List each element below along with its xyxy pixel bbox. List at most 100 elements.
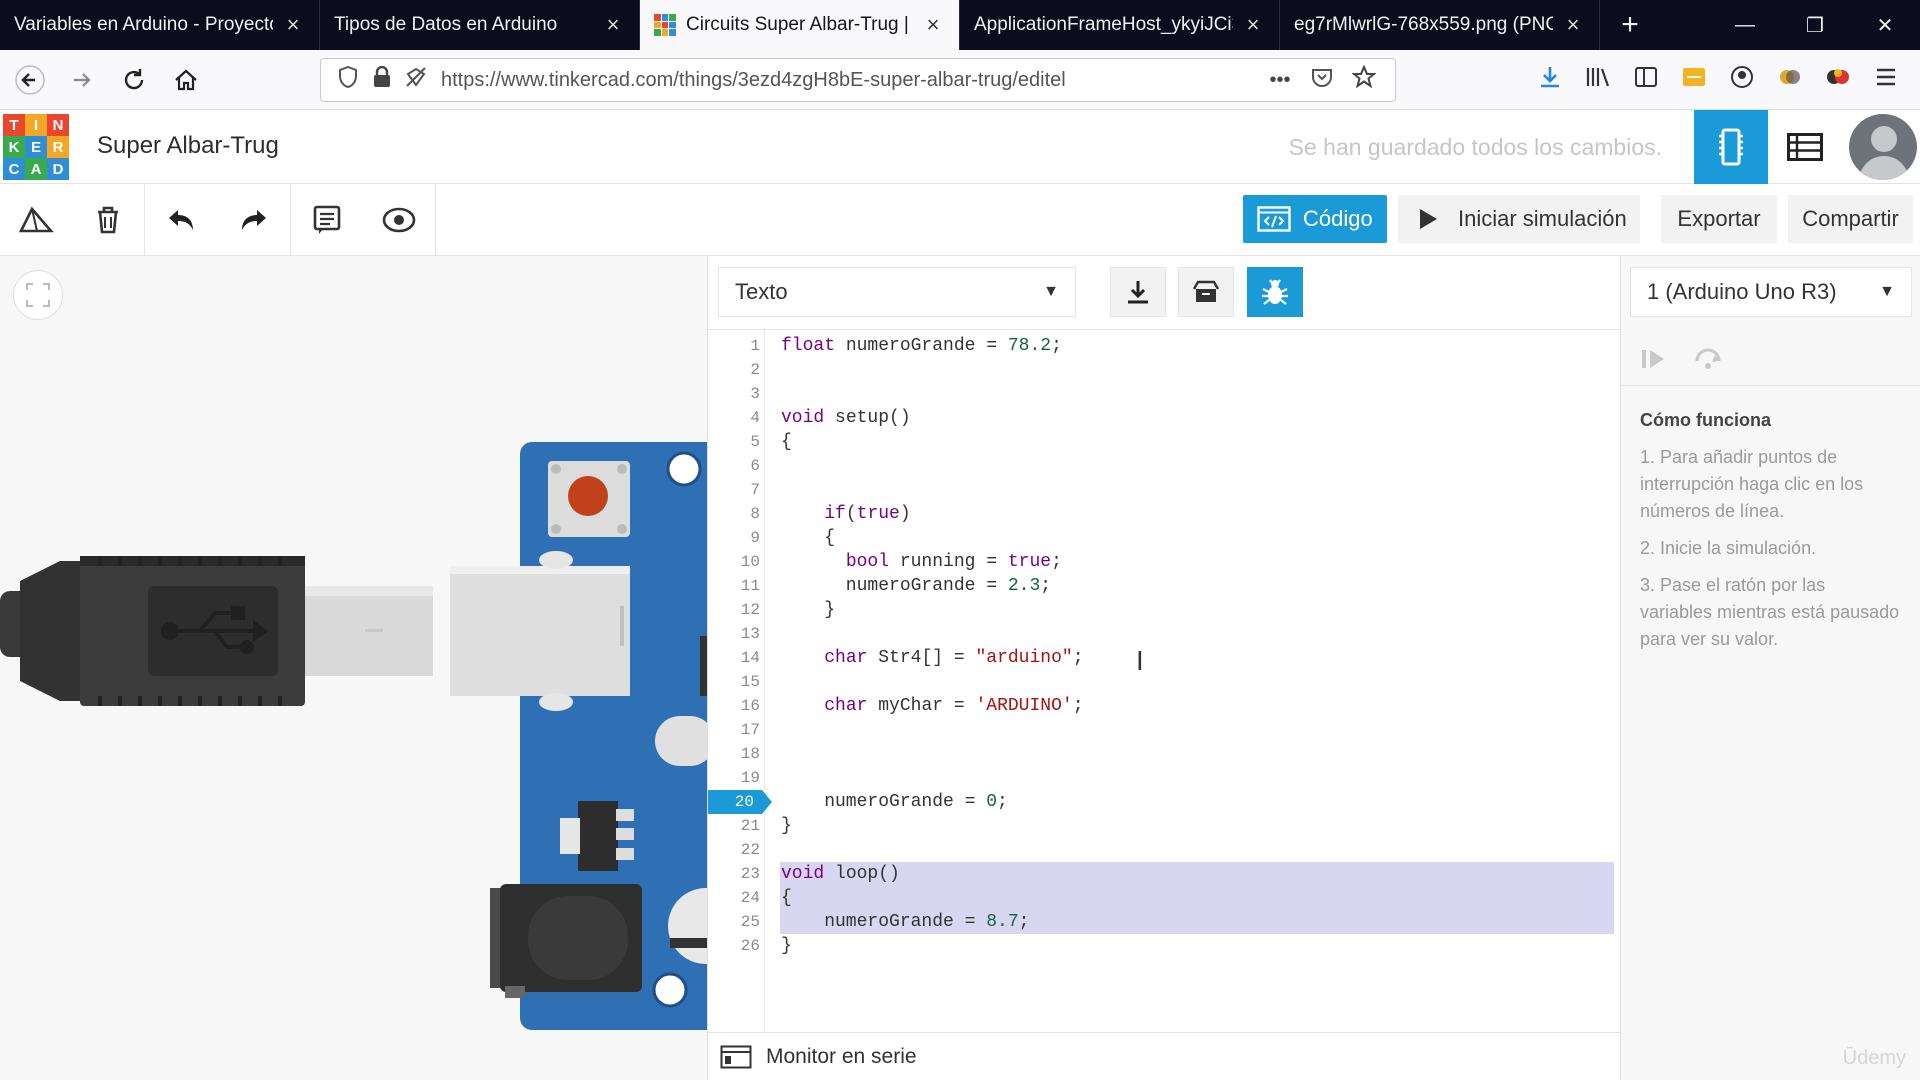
code-line[interactable]: 4 void setup() — [708, 406, 1621, 430]
line-number[interactable]: 24 — [708, 886, 760, 910]
restore-icon[interactable]: ❐ — [1780, 0, 1850, 50]
browser-tab[interactable]: Variables en Arduino - Proyectos × — [0, 0, 320, 50]
line-number[interactable]: 8 — [708, 502, 760, 526]
line-number[interactable]: 1 — [708, 334, 760, 358]
forward-icon[interactable] — [60, 58, 104, 102]
line-number[interactable]: 2 — [708, 358, 760, 382]
arduino-board-illustration[interactable] — [0, 256, 707, 1080]
visibility-icon[interactable] — [379, 200, 419, 240]
line-number[interactable]: 15 — [708, 670, 760, 694]
line-number[interactable]: 3 — [708, 382, 760, 406]
breakpoint-line-number[interactable]: 20 — [708, 790, 772, 814]
code-line[interactable]: 3 — [708, 382, 1621, 406]
close-icon[interactable]: × — [1561, 12, 1585, 38]
browser-tab[interactable]: Tipos de Datos en Arduino × — [320, 0, 640, 50]
code-button[interactable]: Código — [1243, 195, 1387, 243]
line-number[interactable]: 14 — [708, 646, 760, 670]
code-line[interactable]: 16 char myChar = 'ARDUINO'; — [708, 694, 1621, 718]
close-window-icon[interactable]: ✕ — [1850, 0, 1920, 50]
address-bar[interactable]: ••• — [320, 58, 1396, 102]
code-line-breakpoint[interactable]: 20 numeroGrande = 0; — [708, 790, 1621, 814]
step-over-icon[interactable] — [1693, 344, 1723, 374]
code-line[interactable]: 9 { — [708, 526, 1621, 550]
circuit-view-button[interactable] — [1694, 110, 1768, 184]
browser-tab-active[interactable]: Circuits Super Albar-Trug | Ti × — [640, 0, 960, 50]
tracking-protection-icon[interactable] — [399, 66, 433, 94]
code-line[interactable]: 12 } — [708, 598, 1621, 622]
user-avatar[interactable] — [1849, 114, 1917, 180]
code-line[interactable]: 11 numeroGrande = 2.3; — [708, 574, 1621, 598]
component-list-button[interactable] — [1768, 110, 1842, 184]
code-line[interactable]: 22 — [708, 838, 1621, 862]
close-icon[interactable]: × — [601, 12, 625, 38]
line-number[interactable]: 4 — [708, 406, 760, 430]
line-number[interactable]: 6 — [708, 454, 760, 478]
line-number[interactable]: 12 — [708, 598, 760, 622]
start-simulation-button[interactable]: Iniciar simulación — [1398, 195, 1640, 243]
line-number[interactable]: 21 — [708, 814, 760, 838]
extension-icon[interactable] — [1766, 65, 1814, 95]
menu-icon[interactable] — [1862, 67, 1910, 93]
undo-icon[interactable] — [161, 200, 201, 240]
device-dropdown[interactable]: 1 (Arduino Uno R3) ▼ — [1630, 267, 1912, 317]
export-button[interactable]: Exportar — [1661, 195, 1777, 243]
code-line[interactable]: 7 — [708, 478, 1621, 502]
url-input[interactable] — [441, 68, 1259, 92]
code-line[interactable]: 17 — [708, 718, 1621, 742]
code-line[interactable]: 26} — [708, 934, 1621, 958]
code-line[interactable]: 21} — [708, 814, 1621, 838]
reload-icon[interactable] — [112, 58, 156, 102]
tinkercad-logo[interactable]: T I N K E R C A D — [3, 114, 69, 180]
line-number[interactable]: 9 — [708, 526, 760, 550]
line-number[interactable]: 18 — [708, 742, 760, 766]
line-number[interactable]: 13 — [708, 622, 760, 646]
line-number[interactable]: 5 — [708, 430, 760, 454]
code-line[interactable]: 13 — [708, 622, 1621, 646]
code-line[interactable]: 5{ — [708, 430, 1621, 454]
code-line[interactable]: 23 void loop() — [708, 862, 1621, 886]
pocket-icon[interactable] — [1301, 66, 1343, 94]
circuit-workspace[interactable] — [0, 256, 707, 1080]
code-line[interactable]: 10 bool running = true; — [708, 550, 1621, 574]
line-number[interactable]: 19 — [708, 766, 760, 790]
line-number[interactable]: 26 — [708, 934, 760, 958]
code-line[interactable]: 14 char Str4[] = "arduino"; — [708, 646, 1621, 670]
libraries-button[interactable] — [1178, 267, 1234, 317]
browser-tab[interactable]: eg7rMlwrlG-768x559.png (PNG Im × — [1280, 0, 1600, 50]
notes-icon[interactable] — [307, 200, 347, 240]
redo-icon[interactable] — [234, 200, 274, 240]
back-icon[interactable] — [8, 58, 52, 102]
minimize-icon[interactable]: — — [1710, 0, 1780, 50]
line-number[interactable]: 10 — [708, 550, 760, 574]
line-number[interactable]: 7 — [708, 478, 760, 502]
rotate-icon[interactable] — [16, 200, 56, 240]
trash-icon[interactable] — [88, 200, 128, 240]
code-line[interactable]: 6 — [708, 454, 1621, 478]
debugger-button[interactable] — [1247, 267, 1303, 317]
line-number[interactable]: 11 — [708, 574, 760, 598]
lock-icon[interactable] — [365, 65, 399, 94]
resume-icon[interactable] — [1638, 344, 1668, 374]
line-number[interactable]: 16 — [708, 694, 760, 718]
code-mode-dropdown[interactable]: Texto ▼ — [718, 267, 1076, 317]
line-number[interactable]: 17 — [708, 718, 760, 742]
browser-tab[interactable]: ApplicationFrameHost_ykyiJCi3m × — [960, 0, 1280, 50]
code-line[interactable]: 25 numeroGrande = 8.7; — [708, 910, 1621, 934]
code-line[interactable]: 8 if(true) — [708, 502, 1621, 526]
download-icon[interactable] — [1526, 65, 1574, 95]
library-icon[interactable] — [1574, 65, 1622, 95]
code-editor[interactable]: 1 float numeroGrande = 78.2; 2 3 4 void se… — [708, 330, 1621, 1032]
code-line[interactable]: 15 — [708, 670, 1621, 694]
more-actions-icon[interactable]: ••• — [1259, 69, 1301, 92]
shield-icon[interactable] — [331, 65, 365, 94]
download-code-button[interactable] — [1110, 267, 1166, 317]
extension-icon[interactable] — [1670, 66, 1718, 94]
code-line[interactable]: 18 — [708, 742, 1621, 766]
bookmark-star-icon[interactable] — [1343, 64, 1385, 95]
new-tab-button[interactable]: + — [1600, 0, 1660, 50]
extension-icon[interactable] — [1814, 65, 1862, 95]
serial-monitor-bar[interactable]: Monitor en serie — [708, 1032, 1621, 1080]
code-line[interactable]: 19 — [708, 766, 1621, 790]
close-icon[interactable]: × — [1241, 12, 1265, 38]
share-button[interactable]: Compartir — [1788, 195, 1913, 243]
